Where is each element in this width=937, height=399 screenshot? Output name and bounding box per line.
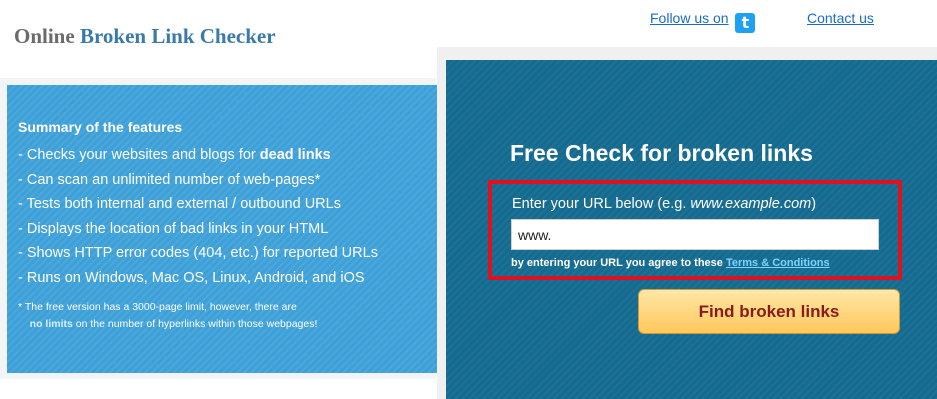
- feature-item: - Runs on Windows, Mac OS, Linux, Androi…: [18, 269, 365, 286]
- url-example: www.example.com: [690, 196, 812, 212]
- features-footnote: * The free version has a 3000-page limit…: [18, 299, 317, 333]
- page: Online Broken Link Checker Follow us on …: [0, 0, 937, 399]
- follow-us-link-group[interactable]: Follow us on t: [650, 10, 756, 33]
- features-heading: Summary of the features: [18, 119, 183, 135]
- contact-us-link[interactable]: Contact us: [807, 10, 874, 26]
- feature-item: - Checks your websites and blogs for dea…: [18, 147, 331, 163]
- twitter-icon[interactable]: t: [735, 13, 756, 33]
- url-input[interactable]: [511, 219, 879, 250]
- footnote-line-2: no limits on the number of hyperlinks wi…: [29, 318, 318, 330]
- find-broken-links-button[interactable]: Find broken links: [638, 289, 900, 334]
- feature-item: - Displays the location of bad links in …: [18, 220, 329, 237]
- features-panel: Summary of the features - Checks your we…: [7, 85, 438, 373]
- url-entry-highlight: Enter your URL below (e.g. www.example.c…: [488, 180, 902, 280]
- follow-us-link[interactable]: Follow us on: [650, 10, 729, 26]
- check-title: Free Check for broken links: [510, 140, 813, 166]
- check-panel: Free Check for broken links Enter your U…: [446, 60, 937, 399]
- site-title: Online Broken Link Checker: [14, 24, 276, 49]
- feature-item: - Can scan an unlimited number of web-pa…: [18, 171, 321, 188]
- features-list: - Checks your websites and blogs for dea…: [18, 144, 378, 292]
- footnote-line-1: * The free version has a 3000-page limit…: [18, 301, 297, 313]
- site-title-accent: Broken Link Checker: [79, 24, 276, 48]
- terms-conditions-link[interactable]: Terms & Conditions: [726, 257, 830, 269]
- site-title-prefix: Online: [14, 24, 75, 48]
- no-limits-text: no limits: [29, 318, 73, 330]
- feature-item: - Tests both internal and external / out…: [18, 196, 341, 213]
- top-links: Follow us on t Contact us: [650, 10, 874, 33]
- terms-agreement: by entering your URL you agree to these …: [511, 257, 830, 269]
- feature-item-bold: dead links: [259, 147, 331, 163]
- url-prompt: Enter your URL below (e.g. www.example.c…: [512, 196, 817, 212]
- feature-item: - Shows HTTP error codes (404, etc.) for…: [18, 245, 378, 262]
